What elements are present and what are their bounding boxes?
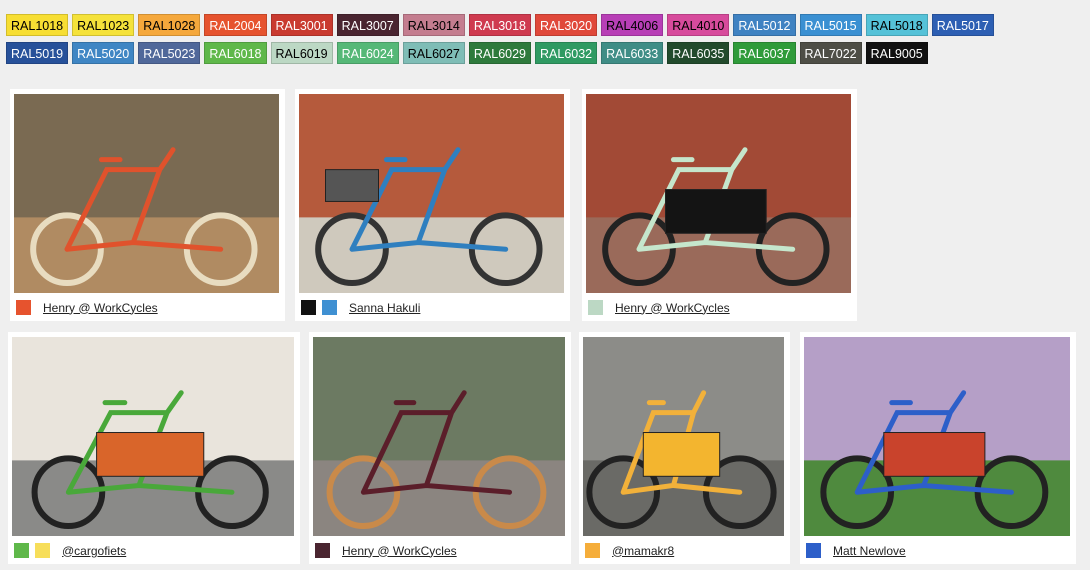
- color-chip-ral6035[interactable]: RAL6035: [667, 42, 730, 64]
- color-chip-ral3014[interactable]: RAL3014: [402, 14, 465, 36]
- author-link[interactable]: Henry @ WorkCycles: [43, 301, 158, 315]
- color-chip-ral5019[interactable]: RAL5019: [6, 42, 69, 64]
- bike-caption: Henry @ WorkCycles: [588, 300, 730, 315]
- bike-card: @cargofiets: [8, 332, 300, 564]
- author-link[interactable]: Sanna Hakuli: [349, 301, 420, 315]
- color-chip-ral6027[interactable]: RAL6027: [402, 42, 465, 64]
- bike-card: Henry @ WorkCycles: [10, 89, 285, 321]
- color-chip-ral9005[interactable]: RAL9005: [865, 42, 928, 64]
- color-chip-ral5020[interactable]: RAL5020: [72, 42, 135, 64]
- bike-caption: Henry @ WorkCycles: [315, 543, 457, 558]
- color-chip-ral3001[interactable]: RAL3001: [270, 14, 333, 36]
- color-chip-ral6029[interactable]: RAL6029: [468, 42, 531, 64]
- color-chip-ral1023[interactable]: RAL1023: [72, 14, 135, 36]
- author-link[interactable]: Henry @ WorkCycles: [615, 301, 730, 315]
- color-chip-ral7022[interactable]: RAL7022: [799, 42, 862, 64]
- color-chip-ral1028[interactable]: RAL1028: [138, 14, 201, 36]
- bike-photo[interactable]: [14, 94, 279, 293]
- color-swatch: [301, 300, 316, 315]
- color-swatch: [35, 543, 50, 558]
- bike-photo[interactable]: [586, 94, 851, 293]
- color-chip-ral1018[interactable]: RAL1018: [6, 14, 69, 36]
- color-swatch: [16, 300, 31, 315]
- bike-card: Sanna Hakuli: [295, 89, 570, 321]
- author-link[interactable]: Matt Newlove: [833, 544, 906, 558]
- bike-caption: Matt Newlove: [806, 543, 906, 558]
- color-swatch: [585, 543, 600, 558]
- author-link[interactable]: @mamakr8: [612, 544, 674, 558]
- color-swatch: [588, 300, 603, 315]
- author-link[interactable]: @cargofiets: [62, 544, 126, 558]
- color-chip-ral4010[interactable]: RAL4010: [667, 14, 730, 36]
- bike-photo[interactable]: [313, 337, 565, 536]
- bike-card: @mamakr8: [579, 332, 790, 564]
- color-chip-ral5023[interactable]: RAL5023: [138, 42, 201, 64]
- color-chip-ral4006[interactable]: RAL4006: [601, 14, 664, 36]
- bike-photo[interactable]: [12, 337, 294, 536]
- bike-caption: Henry @ WorkCycles: [16, 300, 158, 315]
- color-chip-ral3020[interactable]: RAL3020: [535, 14, 598, 36]
- bike-photo[interactable]: [299, 94, 564, 293]
- color-chip-ral6032[interactable]: RAL6032: [535, 42, 598, 64]
- color-chip-ral2004[interactable]: RAL2004: [204, 14, 267, 36]
- bike-card: Henry @ WorkCycles: [309, 332, 571, 564]
- color-chip-ral6024[interactable]: RAL6024: [336, 42, 399, 64]
- color-chip-ral5017[interactable]: RAL5017: [931, 14, 994, 36]
- color-swatch: [315, 543, 330, 558]
- ral-color-filter-bar: RAL1018 RAL1023 RAL1028 RAL2004 RAL3001 RAL30…: [6, 14, 1046, 64]
- color-chip-ral5012[interactable]: RAL5012: [733, 14, 796, 36]
- bike-photo[interactable]: [804, 337, 1070, 536]
- bike-caption: @mamakr8: [585, 543, 674, 558]
- color-chip-ral5018[interactable]: RAL5018: [865, 14, 928, 36]
- color-swatch: [806, 543, 821, 558]
- author-link[interactable]: Henry @ WorkCycles: [342, 544, 457, 558]
- color-chip-ral6033[interactable]: RAL6033: [601, 42, 664, 64]
- color-swatch: [14, 543, 29, 558]
- bike-card: Matt Newlove: [800, 332, 1076, 564]
- bike-caption: @cargofiets: [14, 543, 126, 558]
- bike-card: Henry @ WorkCycles: [582, 89, 857, 321]
- bike-caption: Sanna Hakuli: [301, 300, 420, 315]
- color-swatch: [322, 300, 337, 315]
- color-chip-ral6018[interactable]: RAL6018: [204, 42, 267, 64]
- color-chip-ral6037[interactable]: RAL6037: [733, 42, 796, 64]
- color-chip-ral3018[interactable]: RAL3018: [468, 14, 531, 36]
- color-chip-ral5015[interactable]: RAL5015: [799, 14, 862, 36]
- bike-photo[interactable]: [583, 337, 784, 536]
- color-chip-ral6019[interactable]: RAL6019: [270, 42, 333, 64]
- color-chip-ral3007[interactable]: RAL3007: [336, 14, 399, 36]
